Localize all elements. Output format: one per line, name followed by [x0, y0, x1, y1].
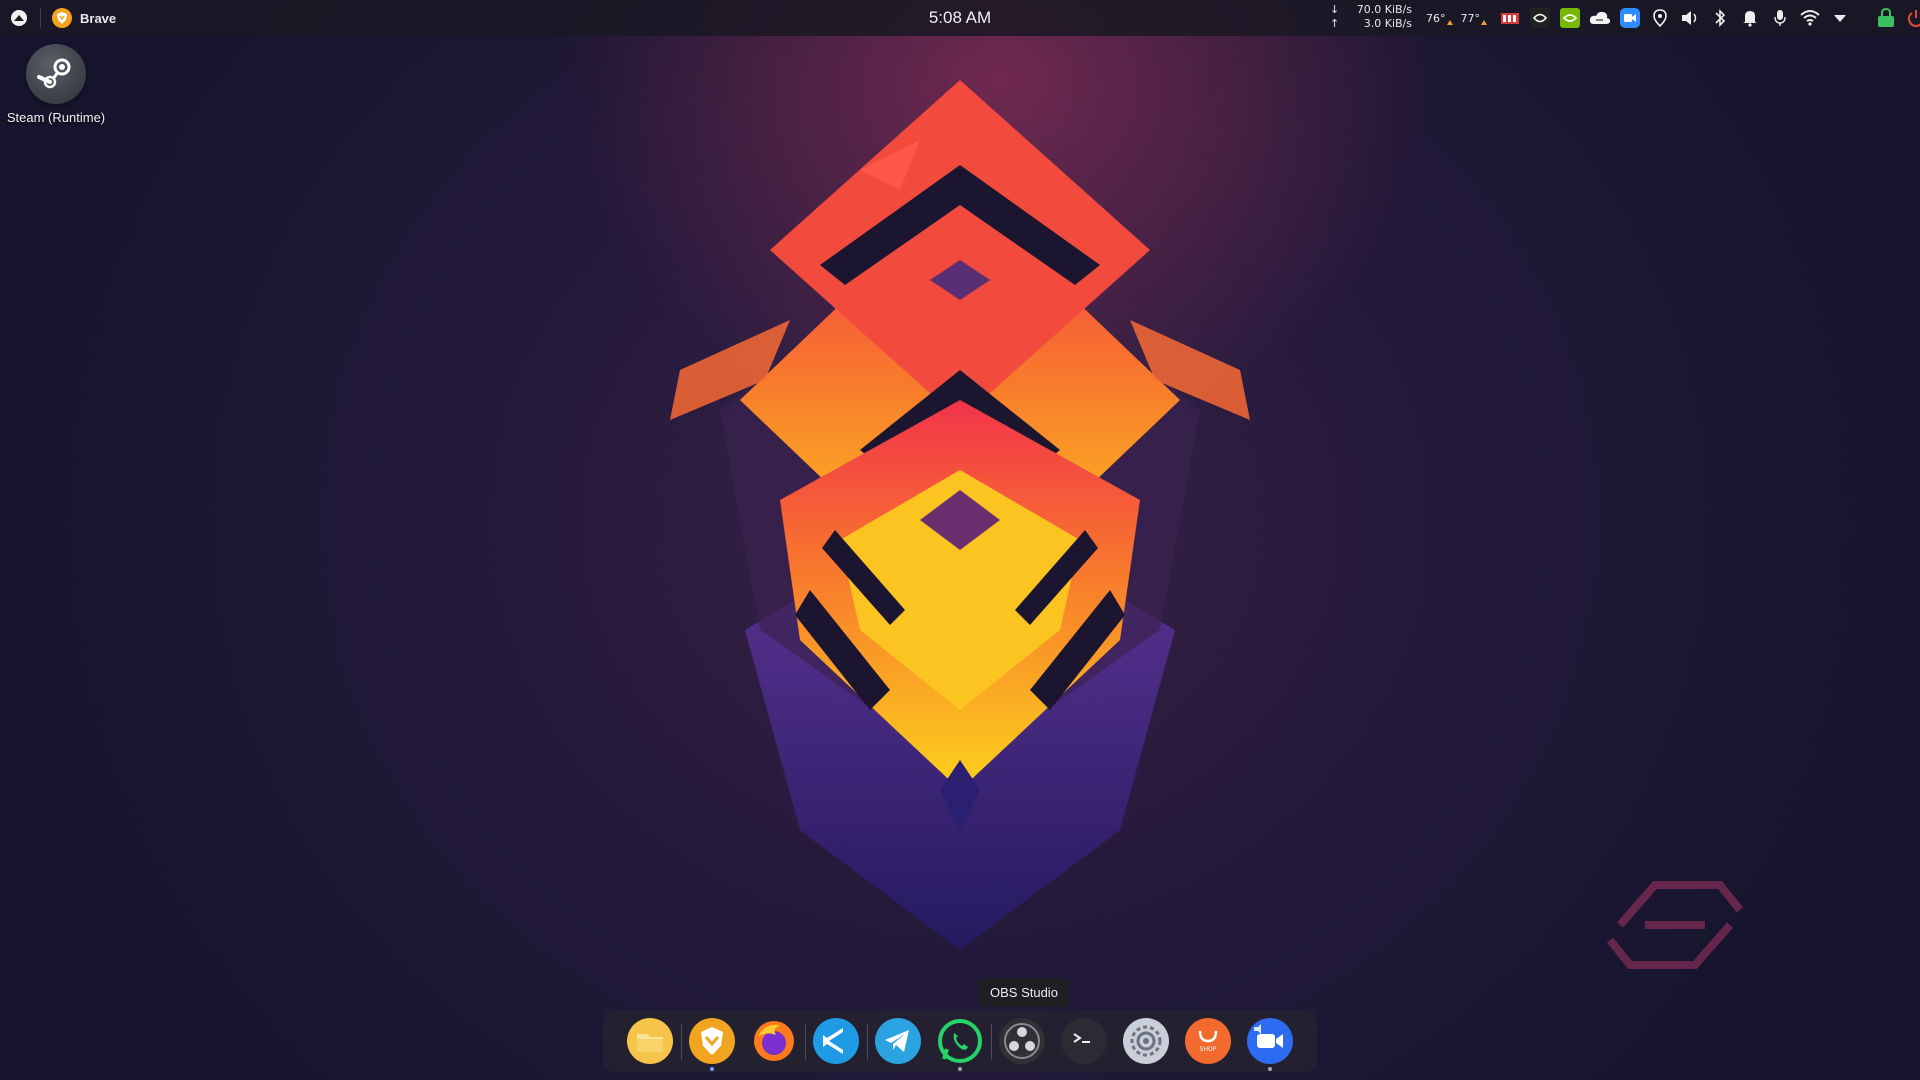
brave-icon: [689, 1018, 735, 1064]
watermark-logo: [1606, 881, 1744, 969]
network-speed-monitor[interactable]: ↓ 70.0 KiB/s ↑ 3.0 KiB/s: [1330, 3, 1412, 31]
gpu-temperature: 77°: [1461, 12, 1487, 25]
bluetooth-icon[interactable]: [1708, 6, 1732, 30]
dock-separator: [991, 1024, 992, 1060]
microphone-icon[interactable]: [1768, 6, 1792, 30]
system-settings-icon: [1123, 1018, 1169, 1064]
upload-rate: 3.0 KiB/s: [1363, 17, 1412, 30]
lock-icon[interactable]: [1874, 6, 1898, 30]
nvidia-prime-icon[interactable]: [1558, 6, 1582, 30]
running-indicator: [958, 1067, 962, 1071]
notifications-icon[interactable]: [1738, 6, 1762, 30]
desktop-icon-steam[interactable]: Steam (Runtime): [4, 44, 108, 125]
dock-separator: [867, 1024, 868, 1060]
running-indicator: [710, 1067, 714, 1071]
tray-expand-icon[interactable]: [1828, 6, 1852, 30]
telegram-icon: [875, 1018, 921, 1064]
zoom-icon: [1247, 1018, 1293, 1064]
terminal-icon: [1061, 1018, 1107, 1064]
dock: SHOP: [603, 1010, 1317, 1072]
download-arrow-icon: ↓: [1330, 3, 1340, 16]
dock-item-whatsapp[interactable]: [935, 1016, 985, 1071]
zoom-tray-icon[interactable]: [1618, 6, 1642, 30]
wallpaper-art: [670, 80, 1250, 950]
memory-monitor-icon[interactable]: [1498, 6, 1522, 30]
dock-separator: [805, 1024, 806, 1060]
running-indicator: [1268, 1067, 1272, 1071]
software-shop-icon: SHOP: [1185, 1018, 1231, 1064]
brave-icon: [52, 8, 72, 28]
dock-item-software-shop[interactable]: SHOP: [1183, 1016, 1233, 1066]
dock-tooltip: OBS Studio: [979, 979, 1069, 1007]
whatsapp-icon: [938, 1019, 982, 1063]
vscode-icon: [813, 1018, 859, 1064]
weather-cloud-icon[interactable]: [1588, 6, 1612, 30]
firefox-icon: [754, 1021, 794, 1061]
dock-item-obs-studio[interactable]: [997, 1016, 1047, 1066]
steam-icon: [26, 44, 86, 104]
dock-item-terminal[interactable]: [1059, 1016, 1109, 1066]
desktop-icon-label: Steam (Runtime): [6, 110, 106, 125]
dock-item-telegram[interactable]: [873, 1016, 923, 1066]
active-app-label: Brave: [80, 10, 117, 26]
nvidia-settings-icon[interactable]: [1528, 6, 1552, 30]
upload-arrow-icon: ↑: [1330, 17, 1340, 30]
dock-item-files[interactable]: [625, 1016, 675, 1066]
wifi-icon[interactable]: [1798, 6, 1822, 30]
dock-item-brave[interactable]: [687, 1016, 737, 1071]
launcher-icon: [11, 10, 27, 26]
volume-icon[interactable]: [1678, 6, 1702, 30]
active-window-indicator[interactable]: Brave: [52, 7, 116, 29]
panel-separator: [40, 8, 41, 28]
files-icon: [627, 1018, 673, 1064]
clock[interactable]: 5:08 AM: [929, 8, 991, 27]
dock-item-vscode[interactable]: [811, 1016, 861, 1066]
dock-item-firefox[interactable]: [749, 1016, 799, 1066]
location-pin-icon[interactable]: [1648, 6, 1672, 30]
power-icon[interactable]: [1904, 6, 1920, 30]
dock-item-zoom[interactable]: [1245, 1016, 1295, 1071]
system-tray: [1498, 6, 1920, 30]
cpu-temperature: 76°: [1426, 12, 1452, 25]
application-launcher-button[interactable]: [8, 7, 30, 29]
dock-separator: [681, 1024, 682, 1060]
dock-item-system-settings[interactable]: [1121, 1016, 1171, 1066]
temperature-monitor[interactable]: 76° 77°: [1426, 12, 1487, 25]
obs-studio-icon: [999, 1018, 1045, 1064]
top-panel: Brave 5:08 AM ↓ 70.0 KiB/s ↑ 3.0 KiB/s 7…: [0, 0, 1920, 36]
download-rate: 70.0 KiB/s: [1356, 3, 1412, 16]
shop-label: SHOP: [1200, 1046, 1217, 1053]
